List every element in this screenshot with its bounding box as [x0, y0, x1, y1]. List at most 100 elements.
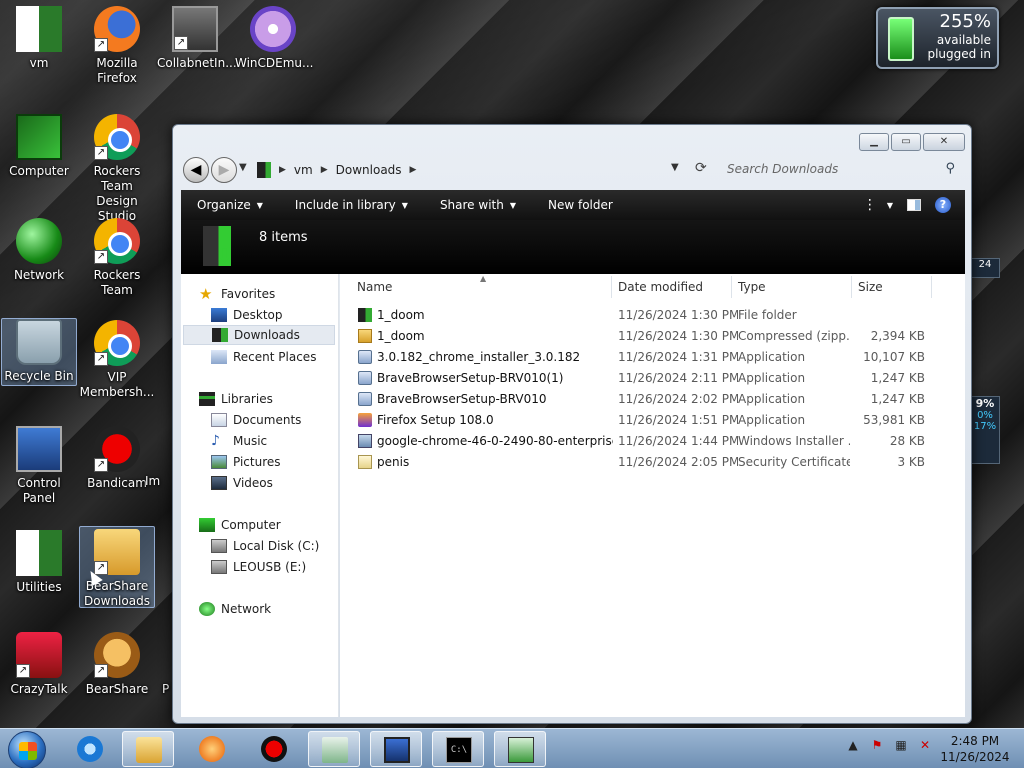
- explorer-window[interactable]: ▁ ▭ ✕ ◀ ▶ ▼ ▶ vm ▶ Downloads ▶ ▼ ⟳ Searc…: [172, 124, 972, 724]
- file-row[interactable]: BraveBrowserSetup-BRV010 11/26/2024 2:02…: [340, 389, 965, 410]
- nav-leousb[interactable]: LEOUSB (E:): [211, 557, 306, 577]
- recycle-bin-icon: [16, 319, 62, 365]
- nav-libraries[interactable]: Libraries: [199, 389, 273, 409]
- nav-computer[interactable]: Computer: [199, 515, 281, 535]
- breadcrumb-downloads[interactable]: Downloads: [336, 163, 402, 177]
- chevron-right-icon[interactable]: ▶: [410, 165, 417, 175]
- desktop-icon-control-panel[interactable]: Control Panel: [1, 426, 77, 506]
- column-header-size[interactable]: Size: [858, 280, 883, 294]
- shortcut-arrow-icon: ↗: [174, 36, 188, 50]
- column-header-type[interactable]: Type: [738, 280, 766, 294]
- organize-button[interactable]: Organize ▼: [181, 198, 279, 212]
- address-bar[interactable]: ▶ vm ▶ Downloads ▶: [253, 157, 721, 183]
- desktop-icon-wincdemu[interactable]: WinCDEmu...: [235, 6, 313, 71]
- desktop-icon-network[interactable]: Network: [1, 218, 77, 283]
- views-dropdown-icon[interactable]: ▼: [887, 201, 893, 210]
- desktop-icon-bandicam[interactable]: ↗ Bandicam: [79, 426, 155, 491]
- chevron-right-icon[interactable]: ▶: [279, 165, 286, 175]
- desktop-icon-vip[interactable]: ↗ VIP Membersh...: [79, 320, 155, 400]
- desktop-icon-utilities[interactable]: Utilities: [1, 530, 77, 595]
- file-row[interactable]: penis 11/26/2024 2:05 PM Security Certif…: [340, 452, 965, 473]
- cpu-core1: 0%: [977, 410, 993, 421]
- nav-network[interactable]: Network: [199, 599, 271, 619]
- nav-desktop[interactable]: Desktop: [211, 305, 283, 325]
- nav-label: Favorites: [221, 287, 276, 301]
- column-separator[interactable]: [931, 276, 932, 298]
- column-header-date[interactable]: Date modified: [618, 280, 703, 294]
- taskbar-bandicam[interactable]: [248, 731, 300, 767]
- nav-favorites[interactable]: ★ Favorites: [199, 284, 275, 304]
- include-in-library-button[interactable]: Include in library ▼: [279, 198, 424, 212]
- desktop-icon-im[interactable]: Im: [145, 474, 175, 489]
- chevron-right-icon[interactable]: ▶: [321, 165, 328, 175]
- views-icon[interactable]: ⋮: [863, 198, 877, 212]
- search-input[interactable]: Search Downloads ⚲: [721, 157, 961, 183]
- file-size: 10,107 KB: [863, 350, 925, 364]
- volume-muted-icon[interactable]: ✕: [917, 737, 933, 753]
- file-row[interactable]: Firefox Setup 108.0 11/26/2024 1:51 PM A…: [340, 410, 965, 431]
- taskbar-document[interactable]: [308, 731, 360, 767]
- caret-down-icon: ▼: [256, 200, 263, 210]
- column-header-name[interactable]: Name: [357, 280, 392, 294]
- nav-downloads[interactable]: Downloads: [183, 325, 335, 345]
- help-icon[interactable]: ?: [935, 197, 951, 213]
- breadcrumb-vm[interactable]: vm: [294, 163, 313, 177]
- desktop-icon-computer[interactable]: Computer: [1, 114, 77, 179]
- nav-pictures[interactable]: Pictures: [211, 452, 281, 472]
- address-dropdown[interactable]: ▼: [671, 162, 679, 173]
- bearshare-icon: ↗: [94, 632, 140, 678]
- desktop-icon-rockers-team[interactable]: ↗ Rockers Team: [79, 218, 155, 298]
- desktop-icon-vm[interactable]: vm: [1, 6, 77, 71]
- show-hidden-icons-icon[interactable]: ▲: [845, 737, 861, 753]
- taskbar-network[interactable]: [494, 731, 546, 767]
- back-button[interactable]: ◀: [183, 157, 209, 183]
- taskbar-ie[interactable]: [64, 731, 116, 767]
- maximize-button[interactable]: ▭: [891, 133, 921, 151]
- file-row[interactable]: 1_doom 11/26/2024 1:30 PM Compressed (zi…: [340, 326, 965, 347]
- taskbar-explorer[interactable]: [122, 731, 174, 767]
- nav-recent-places[interactable]: Recent Places: [211, 347, 316, 367]
- desktop-icon-recycle-bin[interactable]: Recycle Bin: [1, 318, 77, 386]
- recent-pages-dropdown[interactable]: ▼: [239, 162, 247, 173]
- share-with-button[interactable]: Share with ▼: [424, 198, 532, 212]
- desktop-icon-collabnet[interactable]: ↗ CollabnetIn...: [157, 6, 237, 71]
- column-separator[interactable]: [611, 276, 612, 298]
- cpu-meter-gadget[interactable]: 9% 0% 17%: [970, 396, 1000, 464]
- close-button[interactable]: ✕: [923, 133, 965, 151]
- network-status-icon[interactable]: ▦: [893, 737, 909, 753]
- action-center-icon[interactable]: ⚑: [869, 737, 885, 753]
- column-separator[interactable]: [851, 276, 852, 298]
- desktop-icon-label: Recycle Bin: [4, 369, 74, 383]
- start-button[interactable]: [8, 731, 46, 768]
- nav-music[interactable]: ♪ Music: [211, 431, 267, 451]
- nav-documents[interactable]: Documents: [211, 410, 301, 430]
- preview-pane-icon[interactable]: [907, 199, 921, 211]
- file-row[interactable]: google-chrome-46-0-2490-80-enterprise...…: [340, 431, 965, 452]
- file-row[interactable]: 1_doom 11/26/2024 1:30 PM File folder: [340, 305, 965, 326]
- file-row[interactable]: BraveBrowserSetup-BRV010(1) 11/26/2024 2…: [340, 368, 965, 389]
- refresh-icon[interactable]: ⟳: [695, 160, 707, 176]
- nav-local-disk[interactable]: Local Disk (C:): [211, 536, 319, 556]
- navigation-pane: ★ Favorites Desktop Downloads Recent Pla…: [181, 274, 339, 717]
- taskbar-cmd[interactable]: C:\: [432, 731, 484, 767]
- search-icon[interactable]: ⚲: [945, 161, 955, 176]
- minimize-button[interactable]: ▁: [859, 133, 889, 151]
- forward-button[interactable]: ▶: [211, 157, 237, 183]
- record-icon: ↗: [94, 426, 140, 472]
- desktop-icon-bearshare[interactable]: ↗ BearShare: [79, 632, 155, 697]
- desktop-icon-crazytalk[interactable]: ↗ CrazyTalk: [1, 632, 77, 697]
- file-date: 11/26/2024 1:31 PM: [618, 350, 738, 364]
- desktop-icon-rockers-design[interactable]: ↗ Rockers Team Design Studio: [79, 114, 155, 224]
- column-separator[interactable]: [731, 276, 732, 298]
- desktop-icon-firefox[interactable]: ↗ Mozilla Firefox: [79, 6, 155, 86]
- taskbar-remote-desktop[interactable]: [370, 731, 422, 767]
- nav-videos[interactable]: Videos: [211, 473, 273, 493]
- new-folder-button[interactable]: New folder: [532, 198, 629, 212]
- zip-folder-icon: [358, 329, 372, 343]
- battery-gadget[interactable]: 255% available plugged in: [876, 7, 999, 69]
- system-clock[interactable]: 2:48 PM 11/26/2024: [940, 733, 1010, 765]
- file-row[interactable]: 3.0.182_chrome_installer_3.0.182 11/26/2…: [340, 347, 965, 368]
- desktop-icon-bearshare-downloads[interactable]: ↗ BearShare Downloads: [79, 526, 155, 608]
- taskbar-media-player[interactable]: [186, 731, 238, 767]
- desktop-icon-label: Utilities: [16, 580, 62, 594]
